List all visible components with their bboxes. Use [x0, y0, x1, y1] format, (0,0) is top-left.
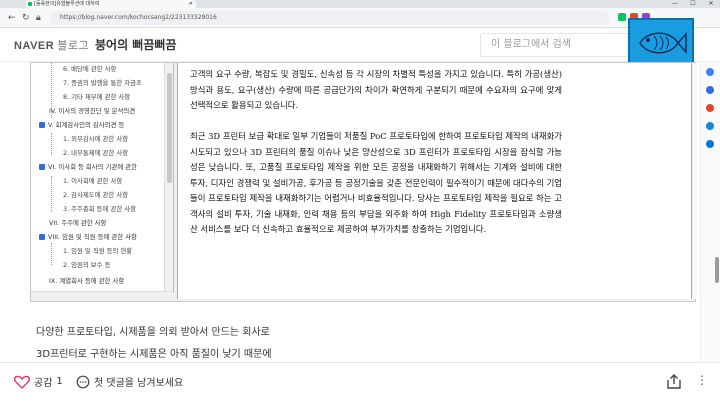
scroll-thumb[interactable]	[715, 257, 719, 283]
toc-item[interactable]: 1. 외부감사에 관한 사항	[63, 135, 128, 143]
minimize-button[interactable]: —	[666, 0, 684, 8]
toc-item[interactable]: IX. 계열회사 등에 관한 사항	[49, 277, 124, 285]
naver-favicon-icon	[28, 2, 32, 6]
document-page: 고객의 요구 수량, 복잡도 및 경밀도, 신속성 등 각 시장의 차별적 특성…	[177, 63, 692, 299]
document-paragraph: 최근 3D 프린터 보급 확대로 일부 기업들이 저품질 PoC 프로토타입에 …	[190, 131, 562, 234]
toc-item[interactable]: 8. 기타 재무에 관한 사항	[63, 93, 130, 101]
window-controls: — ☐ ✕	[666, 0, 720, 8]
close-window-button[interactable]: ✕	[702, 0, 720, 8]
tree-line	[51, 133, 52, 155]
address-bar-row: ← ↻ 🔒︎ https://blog.naver.com/kochocsang…	[0, 8, 720, 28]
url-field[interactable]: https://blog.naver.com/kochocsang2/22313…	[50, 11, 610, 25]
toc-item[interactable]: VIII. 임원 및 직원 등에 관한 사항	[39, 233, 137, 241]
tree-line	[51, 176, 52, 212]
naver-blog-logo[interactable]: NAVER 블로그	[14, 37, 89, 53]
document-scrollbar[interactable]	[693, 63, 697, 299]
toc-item[interactable]: V. 회계감사인의 감사의견 등	[39, 121, 124, 129]
tab-title: [동육현의]유협블루션에 대하여	[34, 1, 100, 7]
document-viewer: 6. 배당에 관한 사항 7. 증권의 발행을 통한 자금조 8. 기타 재무에…	[30, 62, 697, 302]
blog-search-input[interactable]: 이 블로그에서 검색	[480, 33, 630, 57]
comment-label: 첫 댓글을 남겨보세요	[94, 378, 184, 389]
header-divider	[83, 40, 84, 50]
tree-line	[51, 243, 52, 265]
maximize-button[interactable]: ☐	[684, 0, 702, 8]
more-options-icon[interactable]: ⋮	[696, 373, 709, 387]
sidebar-app-icon[interactable]	[706, 104, 714, 112]
toc-vertical-scrollbar[interactable]	[164, 63, 173, 293]
blog-text-line: 다양한 프로토타입, 시제품을 의뢰 받아서 만드는 회사로	[36, 327, 270, 338]
toc-item[interactable]: VII. 주주에 관한 사항	[49, 219, 106, 227]
share-icon[interactable]	[664, 372, 684, 392]
sidebar-app-icon[interactable]	[706, 122, 714, 130]
checked-checkbox-icon[interactable]	[39, 234, 45, 240]
heart-icon	[14, 375, 30, 389]
toc-item[interactable]: 1. 이사회에 관한 사항	[63, 177, 122, 185]
refresh-icon[interactable]: ↻	[22, 13, 30, 23]
sidebar-app-icon[interactable]	[706, 86, 714, 94]
extension-icon[interactable]	[618, 13, 626, 21]
toc-item[interactable]: VI. 이사회 등 회사의 기관에 관한	[39, 163, 137, 171]
like-count: 1	[56, 376, 63, 387]
table-of-contents: 6. 배당에 관한 사항 7. 증권의 발행을 통한 자금조 8. 기타 재무에…	[31, 63, 174, 293]
comment-bubble-icon	[76, 375, 90, 388]
like-label: 공감	[34, 378, 53, 389]
scroll-thumb[interactable]	[167, 73, 172, 183]
toc-horizontal-scrollbar[interactable]	[31, 291, 173, 293]
browser-titlebar: [동육현의]유협블루션에 대하여 ✕ — ☐ ✕	[0, 0, 720, 8]
fish-drawing-icon	[639, 32, 687, 54]
document-paragraph: 고객의 요구 수량, 복잡도 및 경밀도, 신속성 등 각 시장의 차별적 특성…	[190, 69, 562, 110]
toc-item[interactable]: 3. 주주총회 등에 관한 사항	[63, 205, 136, 213]
overlay-thumbnail	[628, 18, 694, 66]
toc-item[interactable]: 2. 감사제도에 관한 사항	[63, 191, 128, 199]
toc-item[interactable]: 6. 배당에 관한 사항	[63, 65, 116, 73]
toc-item[interactable]: IV. 이사의 경영진단 및 분석의견	[49, 107, 135, 115]
lock-icon[interactable]: 🔒︎	[36, 13, 41, 23]
blog-text-line: 3D프린터로 구현하는 시제품은 아직 품질이 낮기 때문에	[36, 349, 272, 360]
comment-button[interactable]: 첫 댓글을 남겨보세요	[76, 374, 183, 389]
page-scrollbar[interactable]	[714, 62, 720, 362]
like-button[interactable]: 공감 1	[14, 374, 63, 389]
checked-checkbox-icon[interactable]	[39, 164, 45, 170]
post-action-bar: 공감 1 첫 댓글을 남겨보세요 ⋮	[0, 362, 720, 404]
toc-item[interactable]: 2. 임원의 보수 등	[63, 261, 110, 269]
blog-title[interactable]: 붕어의 뻐끔뻐끔	[95, 36, 176, 53]
toc-item[interactable]: 1. 임원 및 직원 등의 현황	[63, 247, 132, 255]
back-icon[interactable]: ←	[8, 13, 16, 23]
sidebar-app-icon[interactable]	[706, 68, 714, 76]
checked-checkbox-icon[interactable]	[39, 122, 45, 128]
blog-header: NAVER 블로그 붕어의 뻐끔뻐끔 이 블로그에서 검색	[0, 28, 720, 62]
sidebar-app-icon[interactable]	[706, 140, 714, 148]
tab-close-icon[interactable]: ✕	[189, 0, 193, 8]
toc-item[interactable]: 7. 증권의 발행을 통한 자금조	[63, 79, 142, 87]
browser-tab[interactable]: [동육현의]유협블루션에 대하여 ✕	[26, 0, 196, 8]
toc-item[interactable]: 2. 내부통제에 관한 사항	[63, 149, 128, 157]
